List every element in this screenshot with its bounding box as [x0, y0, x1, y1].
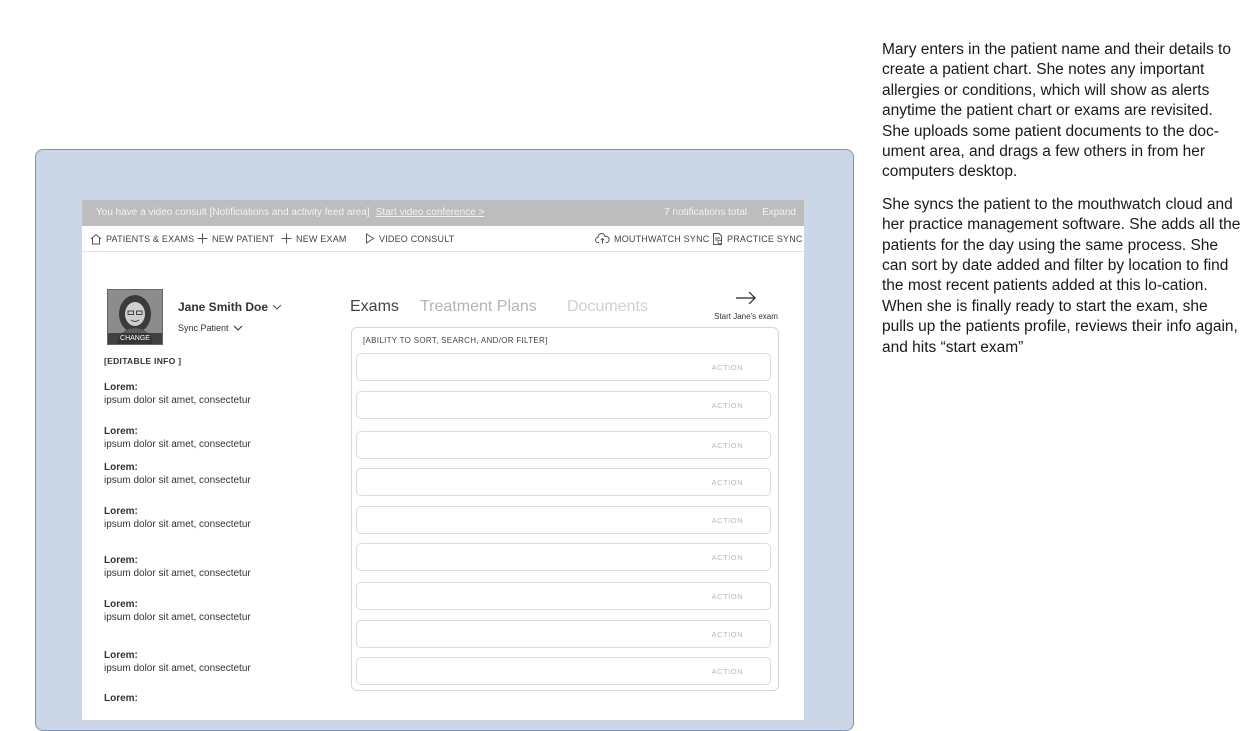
cloud-upload-icon — [595, 233, 610, 244]
row-action-button[interactable]: ACTION — [712, 478, 743, 487]
info-label: Lorem: — [104, 650, 138, 661]
exam-row[interactable]: ACTION — [356, 506, 771, 534]
start-video-conference-link[interactable]: Start video conference > — [376, 207, 485, 218]
app-window: You have a video consult [Notificiations… — [82, 200, 804, 720]
exam-row[interactable]: ACTION — [356, 543, 771, 571]
nav-new-patient-label: NEW PATIENT — [212, 233, 275, 244]
patient-info-field[interactable]: Lorem: ipsum dolor sit amet, consectetur — [104, 506, 251, 530]
info-label: Lorem: — [104, 506, 138, 517]
sync-patient-dropdown[interactable]: Sync Patient — [178, 323, 243, 333]
patient-info-field[interactable]: Lorem: ipsum dolor sit amet, consectetur — [104, 599, 251, 623]
patient-info-field[interactable]: Lorem: — [104, 693, 138, 706]
change-photo-button[interactable]: CHANGE — [108, 333, 162, 344]
editable-info-heading: [EDITABLE INFO ] — [104, 356, 182, 366]
chevron-down-icon — [233, 325, 242, 331]
exam-row[interactable]: ACTION — [356, 657, 771, 685]
nav-new-patient[interactable]: NEW PATIENT — [197, 233, 274, 244]
narrative-paragraph: She syncs the patient to the mouthwatch … — [882, 195, 1241, 356]
exam-row[interactable]: ACTION — [356, 468, 771, 496]
notification-message: You have a video consult [Notificiations… — [96, 207, 484, 218]
patient-info-field[interactable]: Lorem: ipsum dolor sit amet, consectetur — [104, 650, 251, 674]
row-action-button[interactable]: ACTION — [712, 363, 743, 372]
sort-search-filter-hint[interactable]: [ABILITY TO SORT, SEARCH, AND/OR FILTER] — [363, 336, 548, 345]
nav-practice-sync[interactable]: PRACTICE SYNC — [712, 233, 803, 245]
info-value: ipsum dolor sit amet, consectetur — [104, 612, 251, 623]
row-action-button[interactable]: ACTION — [712, 401, 743, 410]
tab-treatment-plans[interactable]: Treatment Plans — [420, 298, 537, 316]
tab-exams[interactable]: Exams — [350, 298, 399, 316]
nav-mouthwatch-sync[interactable]: MOUTHWATCH SYNC — [595, 233, 710, 244]
home-icon — [90, 233, 102, 245]
row-action-button[interactable]: ACTION — [712, 667, 743, 676]
expand-notifications-button[interactable]: Expand — [762, 207, 796, 218]
row-action-button[interactable]: ACTION — [712, 592, 743, 601]
info-label: Lorem: — [104, 555, 138, 566]
top-nav: PATIENTS & EXAMS NEW PATIENT NEW EXAM VI… — [82, 226, 804, 252]
exam-row[interactable]: ACTION — [356, 620, 771, 648]
sync-patient-label: Sync Patient — [178, 323, 229, 333]
exam-row[interactable]: ACTION — [356, 582, 771, 610]
info-value: ipsum dolor sit amet, consectetur — [104, 475, 251, 486]
start-exam-button[interactable]: Start Jane's exam — [710, 291, 782, 321]
document-sync-icon — [713, 233, 723, 245]
info-label: Lorem: — [104, 382, 138, 393]
plus-icon — [281, 233, 292, 244]
patient-name: Jane Smith Doe — [178, 300, 269, 314]
row-action-button[interactable]: ACTION — [712, 630, 743, 639]
play-icon — [366, 233, 375, 244]
info-label: Lorem: — [104, 693, 138, 704]
plus-icon — [197, 233, 208, 244]
info-value: ipsum dolor sit amet, consectetur — [104, 663, 251, 674]
info-label: Lorem: — [104, 462, 138, 473]
nav-video-consult-label: VIDEO CONSULT — [379, 233, 455, 244]
info-value: ipsum dolor sit amet, consectetur — [104, 439, 251, 450]
narrative-paragraph: Mary enters in the patient name and thei… — [882, 41, 1231, 181]
patient-info-field[interactable]: Lorem: ipsum dolor sit amet, consectetur — [104, 555, 251, 579]
info-label: Lorem: — [104, 426, 138, 437]
patient-info-field[interactable]: Lorem: ipsum dolor sit amet, consectetur — [104, 462, 251, 486]
exams-panel: [ABILITY TO SORT, SEARCH, AND/OR FILTER]… — [351, 327, 779, 691]
exam-row[interactable]: ACTION — [356, 431, 771, 459]
notification-bar: You have a video consult [Notificiations… — [82, 200, 804, 226]
info-value: ipsum dolor sit amet, consectetur — [104, 568, 251, 579]
arrow-right-icon — [736, 291, 756, 305]
patient-name-selector[interactable]: Jane Smith Doe — [178, 300, 282, 314]
nav-mouthwatch-sync-label: MOUTHWATCH SYNC — [614, 233, 710, 244]
info-value: ipsum dolor sit amet, consectetur — [104, 519, 251, 530]
patient-avatar: CHANGE — [107, 289, 163, 345]
info-value: ipsum dolor sit amet, consectetur — [104, 395, 251, 406]
patient-info-field[interactable]: Lorem: ipsum dolor sit amet, consectetur — [104, 382, 251, 406]
row-action-button[interactable]: ACTION — [712, 553, 743, 562]
start-exam-label: Start Jane's exam — [714, 312, 778, 321]
tab-documents[interactable]: Documents — [567, 298, 648, 316]
scenario-narrative: Mary enters in the patient name and thei… — [882, 40, 1242, 370]
nav-patients-exams-label: PATIENTS & EXAMS — [106, 234, 195, 244]
exam-row[interactable]: ACTION — [356, 353, 771, 381]
notification-text: You have a video consult [Notificiations… — [96, 207, 370, 218]
exam-row[interactable]: ACTION — [356, 391, 771, 419]
nav-new-exam[interactable]: NEW EXAM — [281, 233, 347, 244]
nav-patients-exams[interactable]: PATIENTS & EXAMS — [90, 233, 194, 245]
row-action-button[interactable]: ACTION — [712, 516, 743, 525]
row-action-button[interactable]: ACTION — [712, 441, 743, 450]
nav-new-exam-label: NEW EXAM — [296, 233, 347, 244]
notification-count: 7 notifications total — [664, 207, 747, 218]
nav-video-consult[interactable]: VIDEO CONSULT — [365, 233, 454, 244]
info-label: Lorem: — [104, 599, 138, 610]
patient-info-field[interactable]: Lorem: ipsum dolor sit amet, consectetur — [104, 426, 251, 450]
chevron-down-icon — [272, 304, 282, 310]
nav-practice-sync-label: PRACTICE SYNC — [727, 234, 803, 244]
